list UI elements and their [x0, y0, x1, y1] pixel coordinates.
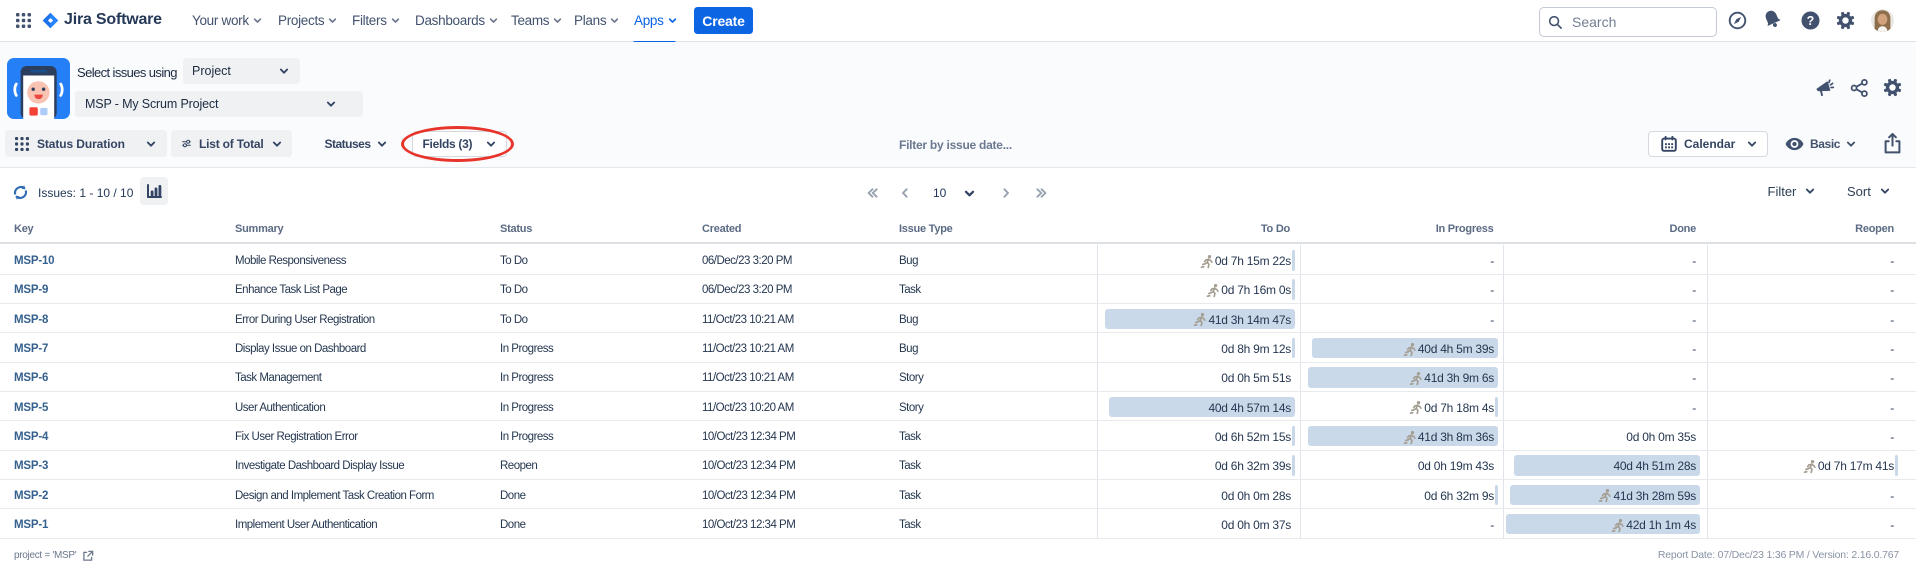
svg-text:?: ?	[1807, 14, 1815, 28]
